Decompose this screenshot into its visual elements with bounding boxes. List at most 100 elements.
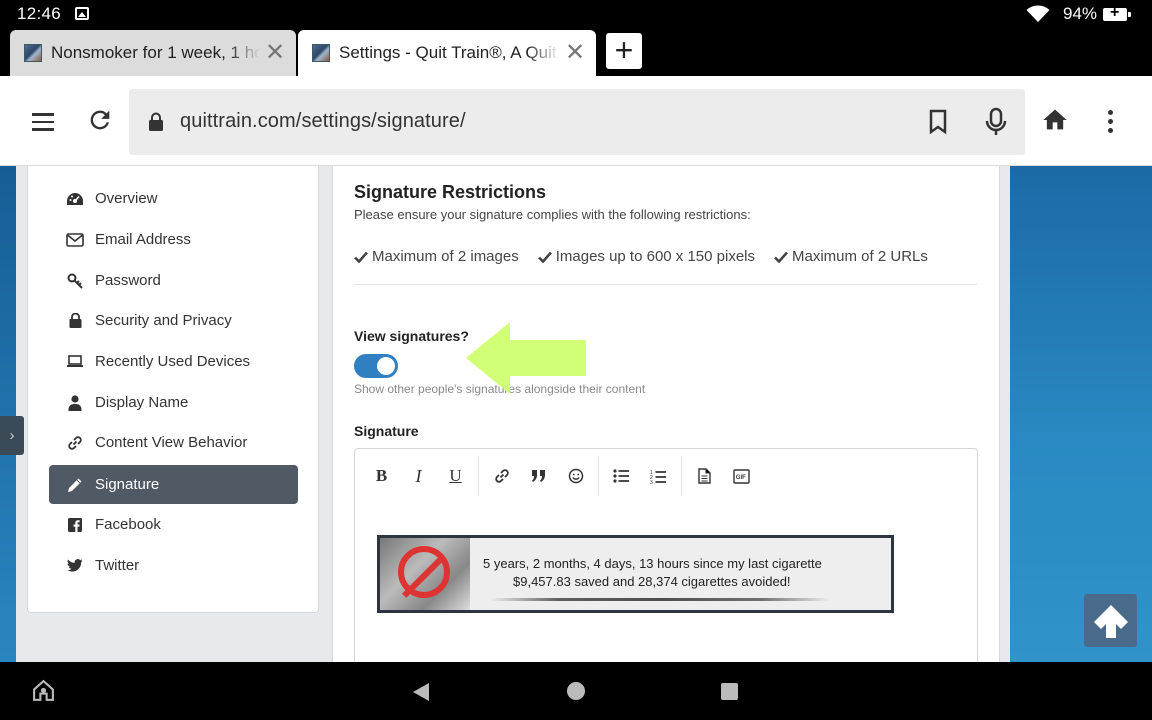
toolbar-separator (478, 456, 479, 496)
quote-icon (531, 470, 545, 482)
sidebar-item-overview[interactable]: Overview (49, 179, 298, 218)
sidebar-item-label: Content View Behavior (95, 434, 248, 451)
bullet-list-button[interactable] (603, 461, 640, 491)
home-icon[interactable] (1041, 106, 1069, 134)
quote-button[interactable] (520, 461, 557, 491)
underline-button[interactable]: U (437, 461, 474, 491)
bookmark-icon[interactable] (929, 109, 947, 135)
close-tab-icon[interactable]: ✕ (560, 41, 590, 65)
sidebar-item-recently-used-devices[interactable]: Recently Used Devices (49, 342, 298, 381)
sidebar-item-label: Overview (95, 190, 158, 207)
status-bar: 12:46 94% + (0, 0, 1152, 28)
settings-sidebar: Overview Email Address Password Security… (27, 166, 319, 613)
battery-level: 94% (1063, 4, 1098, 23)
sidebar-item-label: Password (95, 272, 161, 289)
section-divider (354, 284, 977, 285)
sidebar-item-facebook[interactable]: Facebook (49, 505, 298, 544)
image-notification-icon (75, 7, 89, 20)
restriction-text: Maximum of 2 URLs (792, 248, 928, 265)
view-signatures-label: View signatures? (354, 328, 469, 344)
page-background-left (0, 166, 16, 662)
check-icon (354, 251, 368, 263)
italic-button[interactable]: I (400, 461, 437, 491)
sidebar-item-signature[interactable]: Signature (49, 465, 298, 504)
source-document-button[interactable] (686, 461, 723, 491)
sidebar-item-content-view-behavior[interactable]: Content View Behavior (49, 423, 298, 462)
view-signatures-toggle[interactable] (354, 354, 398, 378)
restriction-item: Maximum of 2 images (354, 248, 519, 265)
sidebar-item-display-name[interactable]: Display Name (49, 383, 298, 422)
sidebar-item-label: Email Address (95, 231, 191, 248)
microphone-icon[interactable] (985, 107, 1007, 137)
laptop-icon (66, 355, 84, 368)
twitter-icon (66, 559, 84, 572)
url-text[interactable]: quittrain.com/settings/signature/ (180, 110, 466, 133)
sidebar-item-password[interactable]: Password (49, 261, 298, 300)
signature-underline (490, 598, 830, 601)
user-icon (66, 394, 84, 411)
sidebar-item-twitter[interactable]: Twitter (49, 546, 298, 585)
sidebar-item-label: Signature (95, 476, 160, 493)
restriction-item: Images up to 600 x 150 pixels (537, 248, 755, 265)
document-icon (698, 468, 711, 484)
link-button[interactable] (483, 461, 520, 491)
restriction-item: Maximum of 2 URLs (774, 248, 928, 265)
bold-button[interactable]: B (363, 461, 400, 491)
tab-title: Settings - Quit Train®, A Quit Smoking (339, 43, 560, 62)
sidebar-item-security-and-privacy[interactable]: Security and Privacy (49, 301, 298, 340)
numbered-list-icon: 123 (650, 470, 666, 484)
numbered-list-button[interactable]: 123 (640, 461, 677, 491)
favicon-icon (24, 44, 42, 62)
restrictions-list: Maximum of 2 images Images up to 600 x 1… (354, 248, 947, 265)
reload-icon[interactable] (86, 106, 114, 134)
battery-charging-icon: + (1103, 4, 1131, 21)
smiley-icon (568, 468, 583, 484)
restriction-text: Maximum of 2 images (372, 248, 519, 265)
recent-apps-button[interactable] (721, 683, 738, 700)
home-button[interactable] (567, 682, 585, 700)
toolbar-separator (681, 456, 682, 496)
new-tab-button[interactable]: + (606, 33, 642, 69)
signature-line-2: $9,457.83 saved and 28,374 cigarettes av… (513, 574, 791, 589)
browser-tab-settings[interactable]: Settings - Quit Train®, A Quit Smoking ✕ (298, 30, 596, 76)
sidebar-toggle-handle[interactable]: › (0, 416, 24, 455)
editor-toolbar: B I U 123 GIF (355, 449, 760, 503)
envelope-icon (66, 232, 84, 247)
hamburger-menu-icon[interactable] (32, 113, 54, 136)
tab-title: Nonsmoker for 1 week, 1 hour (51, 43, 260, 62)
settings-main-panel: Signature Restrictions Please ensure you… (332, 166, 1000, 662)
link-icon (66, 435, 84, 451)
toolbar-separator (598, 456, 599, 496)
signature-banner-image: 5 years, 2 months, 4 days, 13 hours sinc… (377, 535, 894, 613)
gif-button[interactable]: GIF (723, 461, 760, 491)
web-page: › Overview Email Address Password Securi… (0, 166, 1152, 662)
back-button[interactable] (413, 683, 429, 701)
emoji-button[interactable] (557, 461, 594, 491)
page-background-right (1010, 166, 1152, 662)
arrow-up-icon (1093, 604, 1128, 638)
alexa-home-icon[interactable] (31, 678, 56, 703)
wifi-icon (1026, 5, 1050, 22)
lock-icon (66, 313, 84, 328)
dashboard-icon (66, 192, 84, 206)
gif-icon: GIF (733, 468, 750, 484)
more-options-icon[interactable] (1108, 110, 1113, 137)
check-icon (774, 251, 788, 263)
close-tab-icon[interactable]: ✕ (260, 41, 290, 65)
signature-label: Signature (354, 423, 419, 439)
bullet-list-icon (613, 469, 629, 483)
no-smoking-icon (380, 538, 470, 610)
facebook-icon (66, 517, 84, 532)
link-icon (494, 469, 509, 483)
status-time: 12:46 (17, 4, 62, 23)
sidebar-item-label: Twitter (95, 557, 140, 574)
lock-icon (149, 112, 163, 131)
pencil-icon (66, 477, 84, 493)
sidebar-item-label: Recently Used Devices (95, 353, 251, 370)
scroll-to-top-button[interactable] (1084, 594, 1137, 647)
signature-editor[interactable]: B I U 123 GIF 5 years, 2 months, 4 days,… (354, 448, 978, 662)
favicon-icon (312, 44, 330, 62)
sidebar-item-email-address[interactable]: Email Address (49, 220, 298, 259)
browser-tab-nonsmoker[interactable]: Nonsmoker for 1 week, 1 hour ✕ (10, 30, 296, 76)
svg-text:GIF: GIF (736, 475, 746, 481)
